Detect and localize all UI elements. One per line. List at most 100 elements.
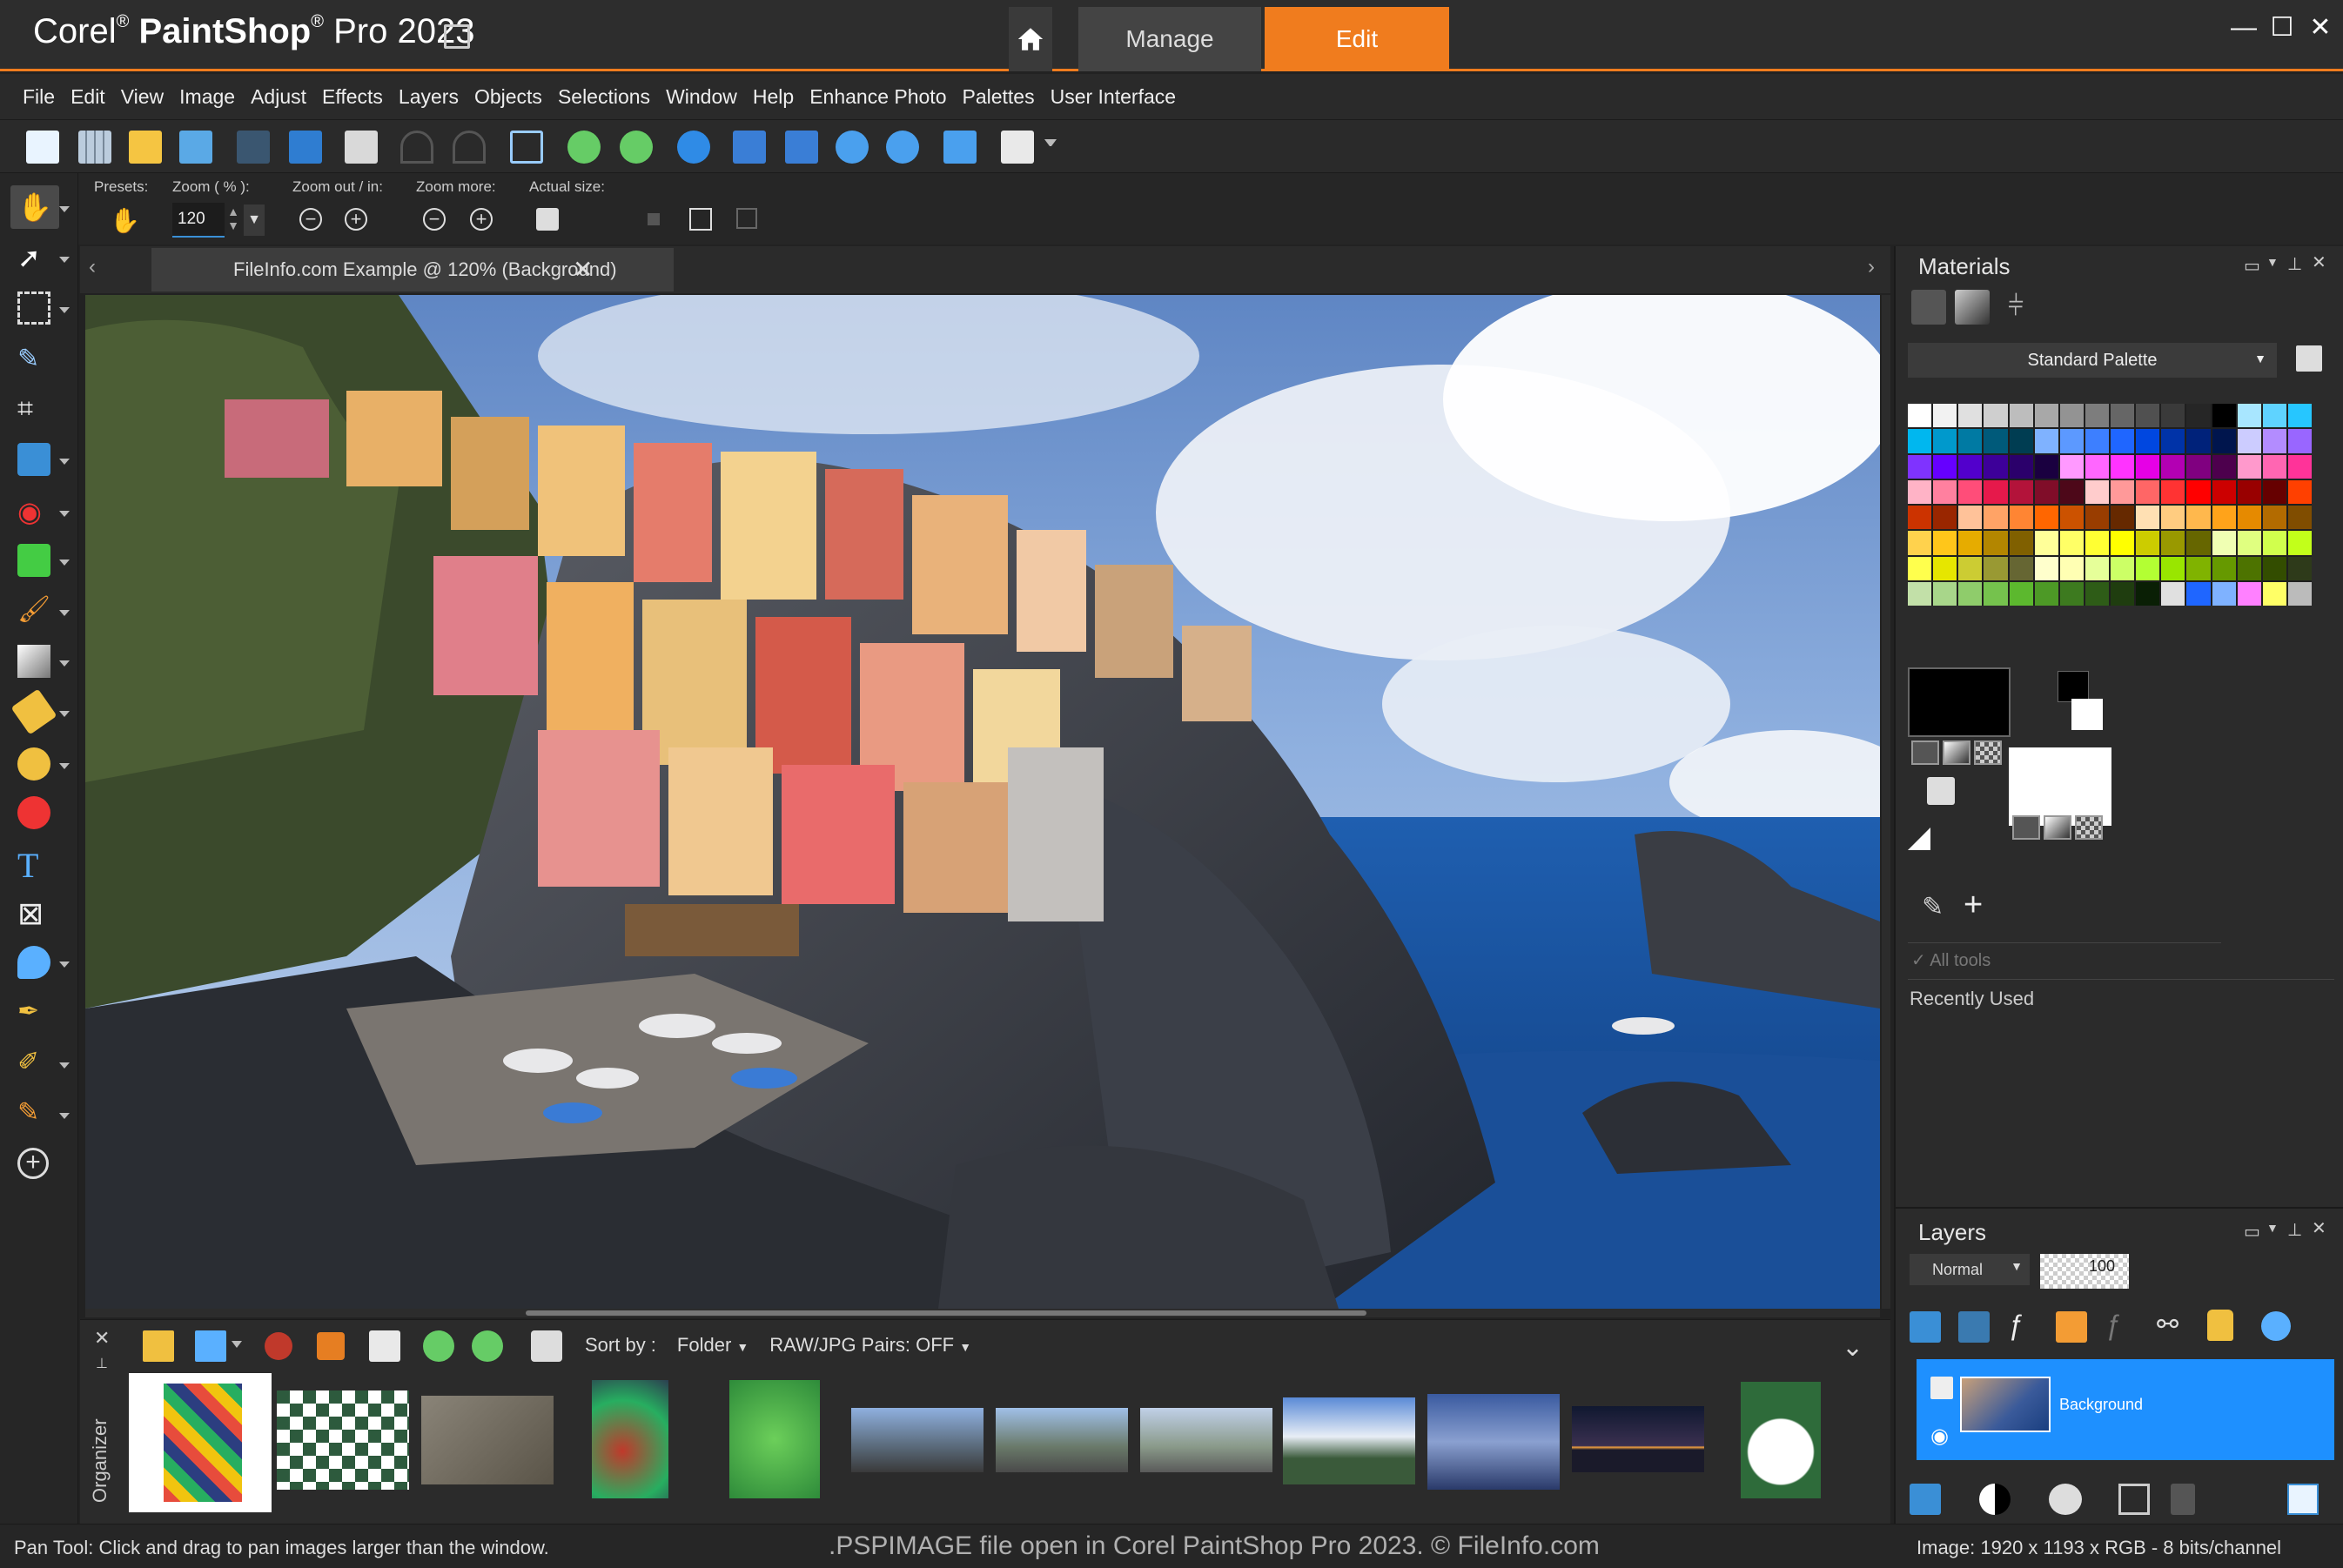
- clone-tool-icon[interactable]: [17, 544, 50, 577]
- menu-edit[interactable]: Edit: [70, 85, 105, 109]
- menu-layers[interactable]: Layers: [399, 85, 459, 109]
- color-swatch[interactable]: [1958, 479, 1983, 504]
- color-swatch[interactable]: [2212, 404, 2236, 428]
- menu-effects[interactable]: Effects: [322, 85, 383, 109]
- color-swatch[interactable]: [2034, 506, 2058, 530]
- shape-tool-icon[interactable]: [17, 946, 50, 979]
- color-swatch[interactable]: [2034, 531, 2058, 555]
- color-swatch[interactable]: [2237, 581, 2261, 606]
- color-swatch[interactable]: [2212, 506, 2236, 530]
- color-swatch[interactable]: [2009, 404, 2033, 428]
- color-swatch[interactable]: [2186, 581, 2211, 606]
- color-swatch[interactable]: [2136, 556, 2160, 580]
- redo-disabled-icon[interactable]: [453, 131, 486, 164]
- menu-window[interactable]: Window: [666, 85, 737, 109]
- zoom-percent-input[interactable]: 120: [172, 203, 225, 238]
- color-swatch[interactable]: [2212, 581, 2236, 606]
- document-icon[interactable]: [444, 24, 470, 49]
- color-swatch[interactable]: [2262, 531, 2286, 555]
- raw-jpg-pairs-select[interactable]: RAW/JPG Pairs: OFF ▼: [769, 1334, 971, 1357]
- color-swatch[interactable]: [1958, 556, 1983, 580]
- color-swatch[interactable]: [2111, 506, 2135, 530]
- default-colors-icon[interactable]: [1908, 828, 1930, 850]
- color-swatch[interactable]: [2085, 556, 2109, 580]
- color-swatch[interactable]: [2161, 479, 2185, 504]
- color-swatch[interactable]: [2111, 404, 2135, 428]
- color-swatch[interactable]: [2262, 429, 2286, 453]
- actual-size-icon[interactable]: [733, 131, 766, 164]
- color-swatch[interactable]: [2262, 506, 2286, 530]
- all-tools-checkbox[interactable]: ✓ All tools: [1911, 949, 1991, 971]
- thumbnail-item[interactable]: [1283, 1397, 1415, 1484]
- mask-icon[interactable]: [2049, 1484, 2082, 1515]
- organizer-close-icon[interactable]: ✕: [94, 1327, 110, 1350]
- color-swatch[interactable]: [2085, 531, 2109, 555]
- art-media-tool-icon[interactable]: ✎: [17, 1097, 50, 1130]
- color-swatch[interactable]: [2085, 429, 2109, 453]
- palette-options-icon[interactable]: [2296, 345, 2322, 372]
- color-swatch[interactable]: [1958, 404, 1983, 428]
- share-icon[interactable]: [369, 1330, 400, 1362]
- color-swatch[interactable]: [2111, 429, 2135, 453]
- sort-by-select[interactable]: Folder ▼: [677, 1334, 749, 1357]
- layers-close-icon[interactable]: ✕: [2312, 1217, 2326, 1239]
- zoom-in-icon[interactable]: [886, 131, 919, 164]
- color-swatch[interactable]: [1958, 429, 1983, 453]
- draw-tool-icon[interactable]: ✐: [17, 1047, 50, 1080]
- color-swatch[interactable]: [1984, 454, 2008, 479]
- color-swatch[interactable]: [2186, 454, 2211, 479]
- layer-row-background[interactable]: ◉ Background: [1917, 1359, 2334, 1460]
- home-button[interactable]: [1009, 7, 1052, 71]
- tab-scroll-right-icon[interactable]: ›: [1868, 255, 1875, 279]
- actual-size-button[interactable]: [536, 208, 559, 231]
- color-swatch[interactable]: [1933, 556, 1957, 580]
- zoom-fit-icon[interactable]: [943, 131, 977, 164]
- color-swatch[interactable]: [2059, 581, 2084, 606]
- thumbnail-item[interactable]: [1572, 1406, 1704, 1472]
- color-swatch[interactable]: [2186, 479, 2211, 504]
- color-swatch[interactable]: [2287, 506, 2312, 530]
- materials-menu-icon[interactable]: ▼: [2266, 255, 2279, 269]
- foreground-gradient-button[interactable]: [1943, 740, 1970, 765]
- color-swatch[interactable]: [2262, 404, 2286, 428]
- menu-image[interactable]: Image: [179, 85, 235, 109]
- color-swatch[interactable]: [2059, 454, 2084, 479]
- color-swatch[interactable]: [1908, 556, 1932, 580]
- add-tool-icon[interactable]: +: [17, 1148, 49, 1179]
- thumbnail-item[interactable]: [1741, 1382, 1821, 1498]
- tab-edit[interactable]: Edit: [1265, 7, 1449, 71]
- color-swatch[interactable]: [1933, 531, 1957, 555]
- color-swatch[interactable]: [2237, 479, 2261, 504]
- materials-pin-icon[interactable]: ⊥: [2287, 253, 2302, 275]
- color-swatch[interactable]: [2059, 531, 2084, 555]
- layers-pin-icon[interactable]: ⊥: [2287, 1219, 2302, 1241]
- selection-tool-dropdown[interactable]: [59, 307, 70, 313]
- navigation-icon[interactable]: [143, 1330, 174, 1362]
- color-swatch[interactable]: [2161, 556, 2185, 580]
- color-swatch[interactable]: [2034, 479, 2058, 504]
- edit-icon[interactable]: [317, 1332, 345, 1360]
- mini-foreground-swatch[interactable]: [2058, 671, 2089, 702]
- pick-tool-dropdown[interactable]: [59, 257, 70, 263]
- color-swatch[interactable]: [2287, 556, 2312, 580]
- color-swatch[interactable]: [2111, 531, 2135, 555]
- menu-enhance-photo[interactable]: Enhance Photo: [809, 85, 946, 109]
- mini-background-swatch[interactable]: [2071, 699, 2103, 730]
- color-swatch[interactable]: [1908, 531, 1932, 555]
- color-swatch[interactable]: [2136, 454, 2160, 479]
- color-swatch[interactable]: [2237, 454, 2261, 479]
- rotate-right-icon[interactable]: [620, 131, 653, 164]
- color-swatch[interactable]: [2085, 479, 2109, 504]
- layers-float-icon[interactable]: ▭: [2244, 1221, 2260, 1243]
- color-swatch[interactable]: [1984, 506, 2008, 530]
- organizer-collapse-icon[interactable]: ⌄: [1842, 1332, 1863, 1363]
- color-swatch[interactable]: [2262, 581, 2286, 606]
- color-swatch[interactable]: [2136, 479, 2160, 504]
- layer-group-icon[interactable]: [1930, 1377, 1953, 1399]
- layer-name[interactable]: Background: [2059, 1396, 2143, 1414]
- blend-mode-select[interactable]: Normal ▼: [1910, 1254, 2030, 1285]
- color-swatch[interactable]: [1933, 404, 1957, 428]
- vertical-scrollbar[interactable]: [1882, 295, 1890, 1309]
- color-swatch[interactable]: [2009, 506, 2033, 530]
- delete-layer-icon[interactable]: [2171, 1484, 2195, 1515]
